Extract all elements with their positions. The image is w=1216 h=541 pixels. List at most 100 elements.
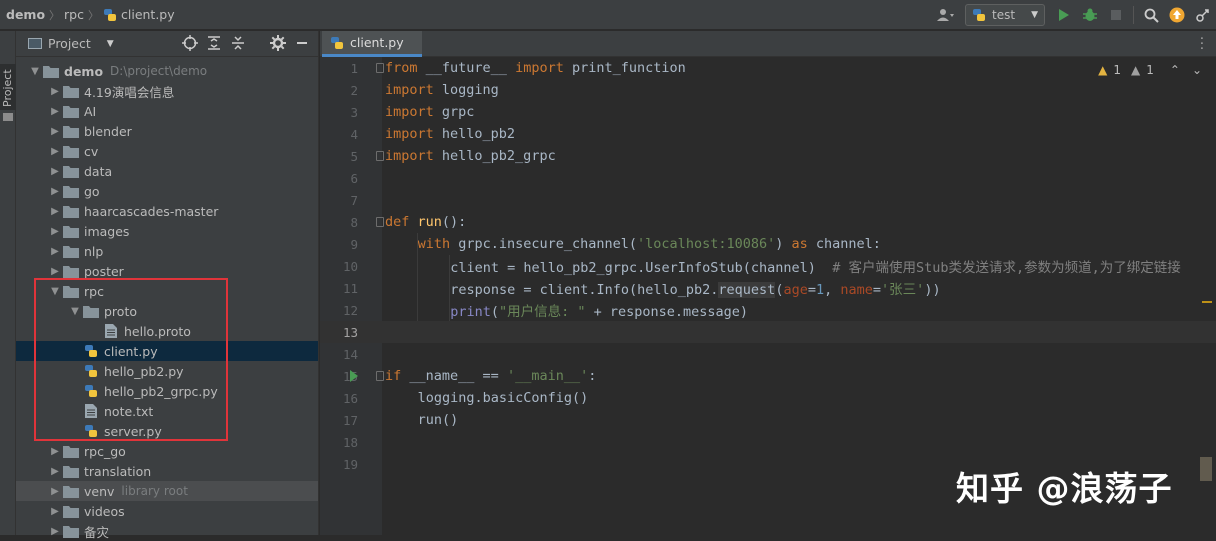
chevron-down-icon[interactable]: ▼	[28, 66, 42, 77]
fold-marker[interactable]	[376, 63, 384, 73]
code-line[interactable]: 16 logging.basicConfig()	[320, 387, 1216, 409]
line-number: 1	[350, 60, 358, 76]
tree-item[interactable]: hello.proto	[16, 321, 318, 341]
chevron-down-icon[interactable]: ▼	[68, 306, 82, 317]
folder-icon	[62, 465, 80, 478]
chevron-right-icon[interactable]: ▶	[48, 146, 62, 157]
tree-item[interactable]: ▶ nlp	[16, 241, 318, 261]
code-token: # 客户端使用Stub类发送请求,参数为频道,为了绑定链接	[832, 260, 1181, 276]
chevron-down-icon[interactable]: ▼	[48, 286, 62, 297]
chevron-right-icon[interactable]: ▶	[48, 186, 62, 197]
fold-marker[interactable]	[376, 151, 384, 161]
run-gutter-icon[interactable]	[350, 370, 358, 382]
tree-item[interactable]: ▶ haarcascades-master	[16, 201, 318, 221]
code-line[interactable]: 17 run()	[320, 409, 1216, 431]
code-text: def run():	[385, 214, 466, 230]
search-icon[interactable]	[1140, 4, 1162, 26]
code-line[interactable]: 12 print("用户信息: " + response.message)	[320, 299, 1216, 321]
stop-icon[interactable]	[1105, 4, 1127, 26]
code-line[interactable]: 4 import hello_pb2	[320, 123, 1216, 145]
code-line[interactable]: 6	[320, 167, 1216, 189]
breadcrumb-rpc[interactable]: rpc	[64, 7, 84, 22]
code-line[interactable]: 2 import logging	[320, 79, 1216, 101]
inspection-widget[interactable]: ▲ 1 ▲ 1 ⌃ ⌄	[1098, 63, 1202, 77]
python-file-icon	[82, 364, 100, 378]
user-icon[interactable]	[935, 4, 957, 26]
fold-marker[interactable]	[376, 371, 384, 381]
code-line[interactable]: 1 from __future__ import print_function	[320, 57, 1216, 79]
tree-item[interactable]: ▼ demo D:\project\demo	[16, 61, 318, 81]
tree-item[interactable]: server.py	[16, 421, 318, 441]
previous-highlight-icon[interactable]: ⌃	[1170, 63, 1180, 77]
chevron-right-icon[interactable]: ▶	[48, 226, 62, 237]
editor-scrollbar-thumb[interactable]	[1200, 457, 1212, 481]
tree-item[interactable]: ▶ cv	[16, 141, 318, 161]
chevron-right-icon[interactable]: ▶	[48, 126, 62, 137]
expand-all-icon[interactable]	[206, 35, 222, 54]
locate-file-icon[interactable]	[182, 35, 198, 54]
folder-icon	[62, 285, 80, 298]
code-line[interactable]: 5 import hello_pb2_grpc	[320, 145, 1216, 167]
tree-item[interactable]: ▶ rpc_go	[16, 441, 318, 461]
code-token: as	[791, 236, 808, 252]
folder-icon	[62, 105, 80, 118]
tree-item[interactable]: ▶ venv library root	[16, 481, 318, 501]
breadcrumb-demo[interactable]: demo	[6, 7, 45, 22]
tree-item[interactable]: ▶ translation	[16, 461, 318, 481]
tree-item[interactable]: ▶ AI	[16, 101, 318, 121]
gear-icon[interactable]	[270, 35, 286, 54]
code-line[interactable]: 11 response = client.Info(hello_pb2.reque…	[320, 277, 1216, 299]
code-line[interactable]: 3 import grpc	[320, 101, 1216, 123]
breadcrumb-client[interactable]: client.py	[103, 7, 175, 22]
chevron-right-icon[interactable]: ▶	[48, 246, 62, 257]
more-tabs-icon[interactable]: · · ·	[1200, 33, 1204, 56]
tree-item[interactable]: ▶ images	[16, 221, 318, 241]
code-line[interactable]: 8 def run():	[320, 211, 1216, 233]
tree-item[interactable]: ▼ proto	[16, 301, 318, 321]
tree-item[interactable]: ▶ 备灾	[16, 521, 318, 541]
chevron-right-icon[interactable]: ▶	[48, 106, 62, 117]
share-icon[interactable]	[1192, 4, 1214, 26]
run-configuration-select[interactable]: test ▼	[965, 4, 1045, 26]
code-line[interactable]: 18	[320, 431, 1216, 453]
code-line[interactable]: 9 with grpc.insecure_channel('localhost:1…	[320, 233, 1216, 255]
code-line[interactable]: 7	[320, 189, 1216, 211]
tree-item[interactable]: ▶ 4.19演唱会信息	[16, 81, 318, 101]
debug-icon[interactable]	[1079, 4, 1101, 26]
chevron-right-icon[interactable]: ▶	[48, 466, 62, 477]
next-highlight-icon[interactable]: ⌄	[1192, 63, 1202, 77]
code-line[interactable]: 14	[320, 343, 1216, 365]
update-icon[interactable]	[1166, 4, 1188, 26]
tree-item[interactable]: note.txt	[16, 401, 318, 421]
fold-marker[interactable]	[376, 217, 384, 227]
tree-item[interactable]: ▶ blender	[16, 121, 318, 141]
run-icon[interactable]	[1053, 4, 1075, 26]
tree-item[interactable]: ▶ go	[16, 181, 318, 201]
chevron-right-icon[interactable]: ▶	[48, 86, 62, 97]
code-line[interactable]: 10 client = hello_pb2_grpc.UserInfoStub(c…	[320, 255, 1216, 277]
tree-item[interactable]: client.py	[16, 341, 318, 361]
chevron-right-icon[interactable]: ▶	[48, 206, 62, 217]
tree-item[interactable]: ▶ videos	[16, 501, 318, 521]
code-line[interactable]: 15 if __name__ == '__main__':	[320, 365, 1216, 387]
project-view-select[interactable]: Project	[48, 36, 91, 51]
chevron-down-icon[interactable]: ▼	[107, 39, 114, 49]
code-token: import	[515, 60, 564, 76]
tree-item[interactable]: ▶ poster	[16, 261, 318, 281]
chevron-right-icon[interactable]: ▶	[48, 266, 62, 277]
code-line[interactable]: 13	[320, 321, 1216, 343]
tree-item[interactable]: ▶ data	[16, 161, 318, 181]
scrollbar-warning-marker[interactable]	[1202, 301, 1212, 303]
hide-panel-icon[interactable]	[294, 35, 310, 54]
tab-client-py[interactable]: client.py	[322, 31, 422, 57]
weak-warning-count: 1	[1146, 63, 1154, 77]
code-token: )	[775, 236, 792, 252]
chevron-right-icon[interactable]: ▶	[48, 486, 62, 497]
tree-item[interactable]: ▼ rpc	[16, 281, 318, 301]
tree-item[interactable]: hello_pb2_grpc.py	[16, 381, 318, 401]
chevron-right-icon[interactable]: ▶	[48, 166, 62, 177]
chevron-right-icon[interactable]: ▶	[48, 506, 62, 517]
chevron-right-icon[interactable]: ▶	[48, 446, 62, 457]
tree-item[interactable]: hello_pb2.py	[16, 361, 318, 381]
collapse-all-icon[interactable]	[230, 35, 246, 54]
